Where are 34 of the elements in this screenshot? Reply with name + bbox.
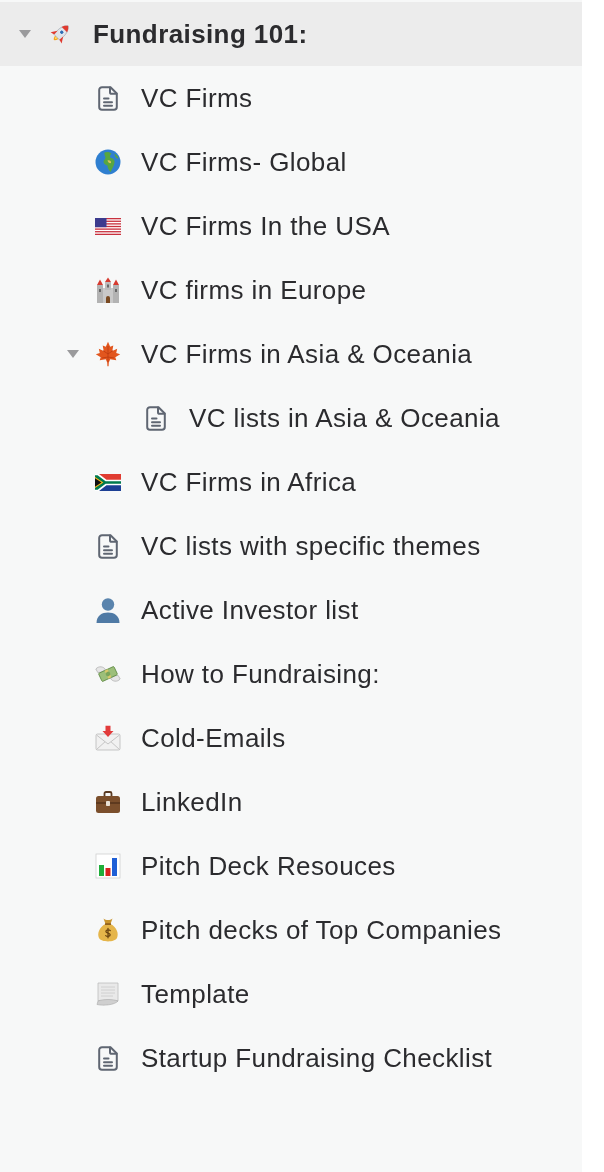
sidebar-item[interactable]: Cold-Emails bbox=[0, 706, 582, 770]
flag-icon bbox=[95, 473, 121, 491]
sidebar-item[interactable]: Fundraising 101: bbox=[0, 2, 582, 66]
sidebar-item[interactable]: Active Investor list bbox=[0, 578, 582, 642]
sidebar-item[interactable]: LinkedIn bbox=[0, 770, 582, 834]
castle-icon bbox=[95, 277, 121, 303]
sidebar-item[interactable]: VC Firms in Asia & Oceania bbox=[0, 322, 582, 386]
document-icon bbox=[98, 1045, 118, 1071]
envelope-icon bbox=[95, 725, 121, 751]
sidebar-item[interactable]: VC Firms in Africa bbox=[0, 450, 582, 514]
sidebar-item[interactable]: Startup Fundraising Checklist bbox=[0, 1026, 582, 1090]
document-icon bbox=[98, 533, 118, 559]
globe-icon bbox=[95, 149, 121, 175]
sidebar-item[interactable]: How to Fundraising: bbox=[0, 642, 582, 706]
sidebar-item[interactable]: VC lists with specific themes bbox=[0, 514, 582, 578]
briefcase-icon bbox=[95, 789, 121, 815]
document-icon bbox=[146, 405, 166, 431]
maple-leaf-icon bbox=[95, 341, 121, 367]
flag-icon bbox=[95, 217, 121, 235]
sidebar-item[interactable]: VC Firms bbox=[0, 66, 582, 130]
sidebar-item[interactable]: VC lists in Asia & Oceania bbox=[0, 386, 582, 450]
caret-icon[interactable] bbox=[19, 30, 31, 38]
sidebar-item[interactable]: Pitch decks of Top Companies bbox=[0, 898, 582, 962]
sidebar-item[interactable]: VC Firms In the USA bbox=[0, 194, 582, 258]
money-bag-icon bbox=[95, 917, 121, 943]
bar-chart-icon bbox=[95, 853, 121, 879]
caret-icon[interactable] bbox=[67, 350, 79, 358]
person-icon bbox=[95, 597, 121, 623]
sidebar-item[interactable]: VC Firms- Global bbox=[0, 130, 582, 194]
sidebar-item[interactable]: Pitch Deck Resouces bbox=[0, 834, 582, 898]
document-icon bbox=[98, 85, 118, 111]
curled-page-icon bbox=[95, 981, 121, 1007]
sidebar-item[interactable]: VC firms in Europe bbox=[0, 258, 582, 322]
sidebar-item[interactable]: Template bbox=[0, 962, 582, 1026]
